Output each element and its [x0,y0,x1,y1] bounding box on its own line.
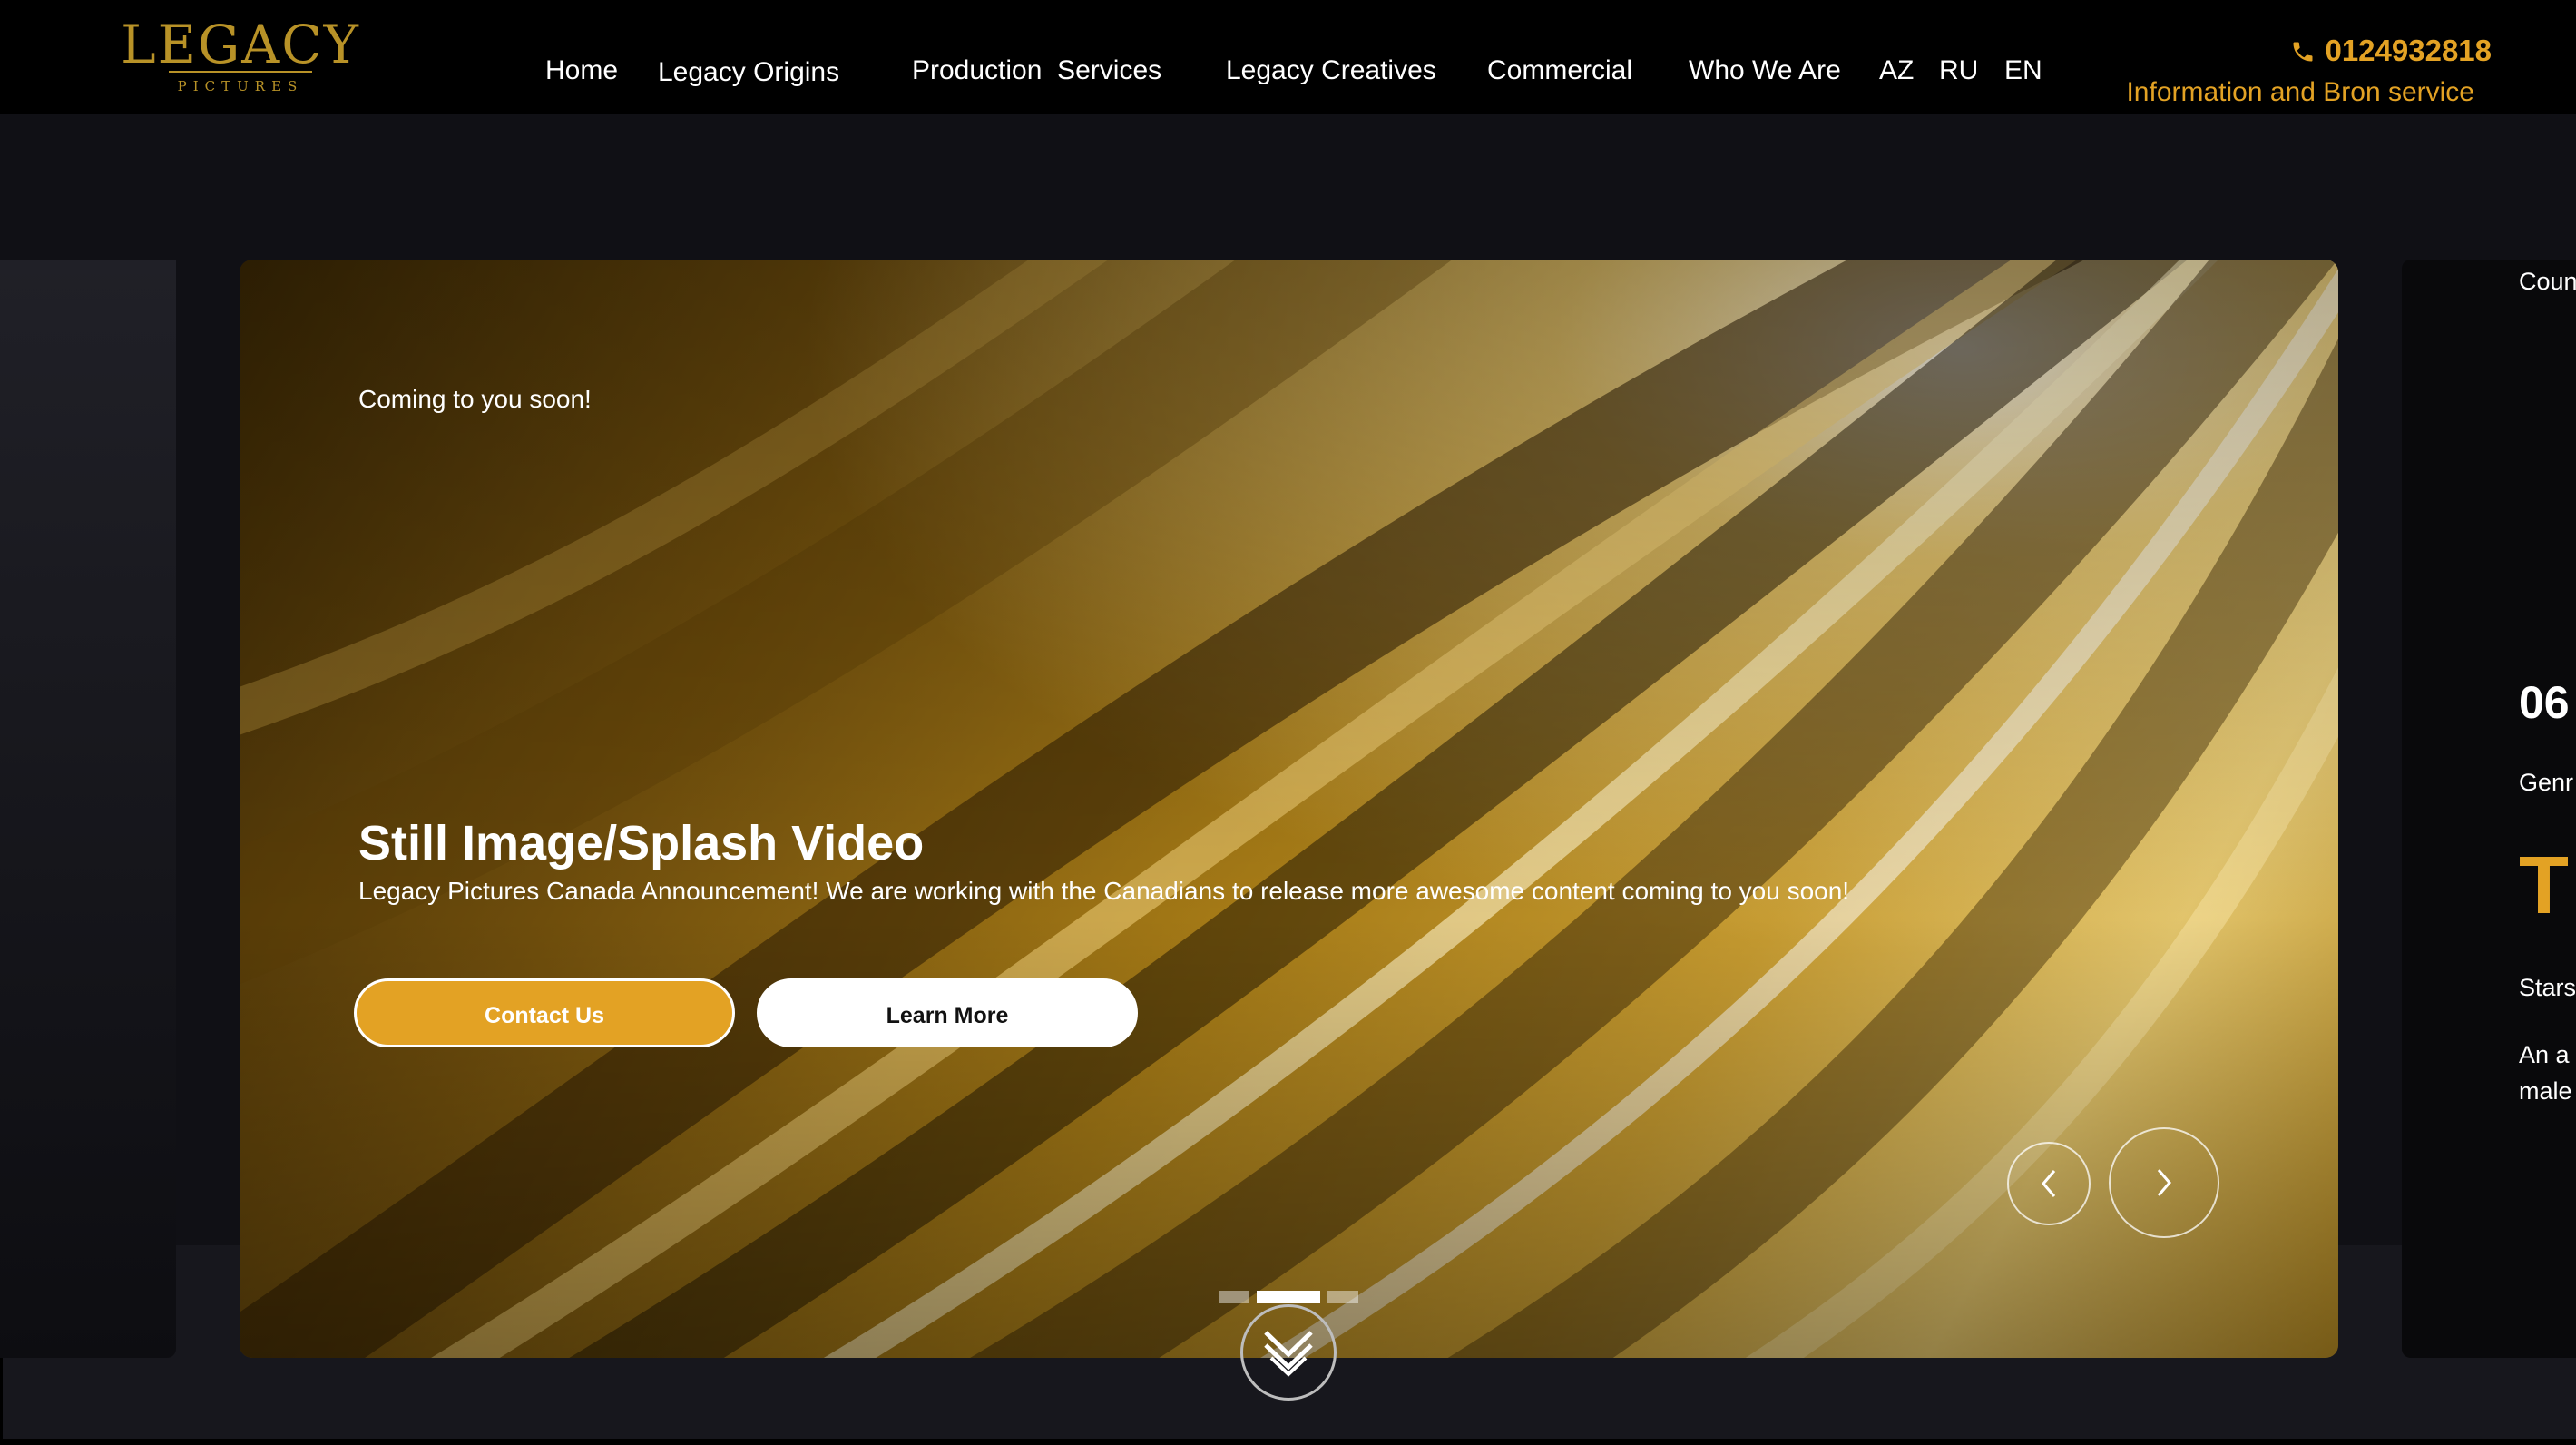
hero-slide: Coming to you soon! Still Image/Splash V… [240,260,2338,1358]
site-logo[interactable]: LEGACY PICTURES [91,15,390,98]
peek-line-4: An a [2519,1041,2570,1068]
nav-who-we-are[interactable]: Who We Are [1689,53,1841,89]
slider-next-button[interactable] [2109,1127,2219,1238]
lang-en[interactable]: EN [2004,53,2042,89]
info-service-label: Information and Bron service [2126,77,2474,107]
previous-slide-card[interactable] [0,260,176,1358]
phone-icon [2293,42,2313,62]
peek-line-3: Stars [2519,974,2576,1001]
peek-line-5: male [2519,1077,2572,1105]
nav-legacy-creatives[interactable]: Legacy Creatives [1226,53,1436,89]
learn-more-button[interactable]: Learn More [757,978,1138,1047]
slider-dot-2-active[interactable] [1257,1291,1320,1303]
nav-legacy-origins[interactable]: Legacy Origins [658,54,839,91]
peek-big-letter: T [2519,840,2569,931]
next-slide-card[interactable] [2402,260,2576,1358]
slide-title: Still Image/Splash Video [358,816,925,870]
site-header: LEGACY PICTURES Home Legacy Origins Prod… [0,0,2576,114]
hero-stage: Coun 06 Genr T Stars An a male Coming to… [0,114,2576,1358]
contact-us-button[interactable]: Contact Us [354,978,735,1047]
nav-commercial[interactable]: Commercial [1487,53,1632,89]
slide-kicker: Coming to you soon! [358,385,592,413]
peek-line-2: Genr [2519,769,2574,796]
logo-rule [169,71,312,73]
nav-home[interactable]: Home [545,53,618,89]
logo-wordmark: LEGACY [121,14,360,75]
nav-production-services[interactable]: Production Services [912,53,1161,89]
double-chevron-down-icon [1264,1331,1313,1377]
chevron-right-icon [2157,1169,2171,1196]
slider-prev-button[interactable] [2007,1142,2091,1225]
window-bottom-edge [0,1439,2576,1445]
scroll-down-button[interactable] [1240,1304,1337,1401]
phone-link[interactable]: 0124932818 [2290,33,2492,69]
slider-dot-3[interactable] [1327,1291,1358,1303]
slider-dot-1[interactable] [1219,1291,1249,1303]
lang-az[interactable]: AZ [1879,53,1914,89]
slide-description: Legacy Pictures Canada Announcement! We … [358,877,1850,905]
lang-ru[interactable]: RU [1939,53,1978,89]
peek-number: 06 [2519,677,2570,728]
chevron-left-icon [2042,1170,2056,1197]
logo-subtitle: PICTURES [177,78,304,94]
peek-line-1: Coun [2519,268,2576,295]
phone-number: 0124932818 [2325,34,2492,67]
